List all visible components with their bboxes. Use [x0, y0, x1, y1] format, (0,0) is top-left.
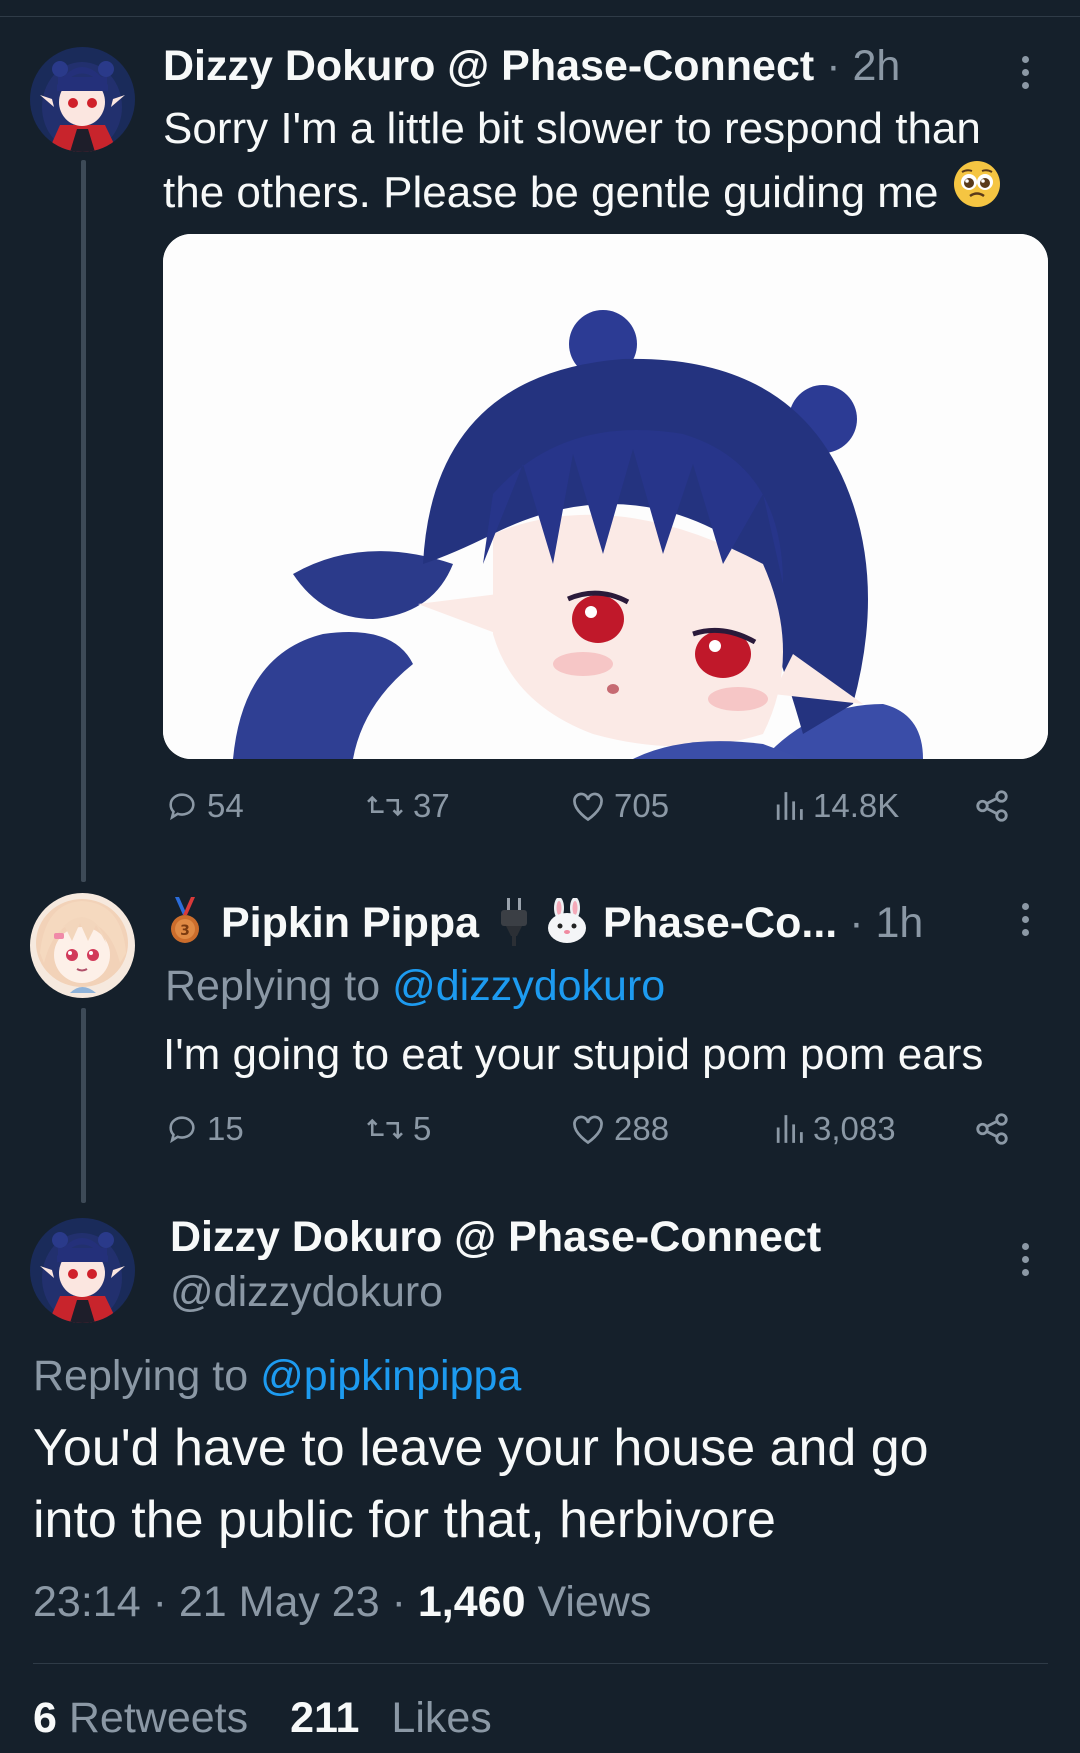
heart-icon — [573, 792, 603, 822]
tweet3-replying-handle[interactable]: @pipkinpippa — [260, 1352, 521, 1400]
tweet2-retweet-count: 5 — [413, 1110, 432, 1147]
tweet2-header: 3 Pipkin Pippa Phase-Co... · 1h — [165, 896, 923, 951]
tweet3-timestamp: 23:14 · 21 May 23 · 1,460 Views — [33, 1578, 652, 1626]
third-place-medal-icon: 3 — [165, 897, 205, 950]
tweet1-reply-button[interactable]: 54 — [165, 787, 244, 825]
tweet2-replying-handle[interactable]: @dizzydokuro — [392, 962, 665, 1010]
svg-text:3: 3 — [180, 923, 190, 939]
top-divider — [0, 16, 1080, 17]
thread-connector-1 — [81, 160, 86, 882]
tweet2-text: I'm going to eat your stupid pom pom ear… — [163, 1030, 984, 1079]
tweet1-retweet-count: 37 — [413, 787, 450, 824]
tweet3-handle[interactable]: @dizzydokuro — [170, 1268, 443, 1317]
pippa-avatar[interactable] — [30, 893, 135, 998]
tweet1-time[interactable]: · 2h — [826, 42, 900, 91]
pleading-face-emoji — [952, 159, 1002, 225]
dizzy-avatar[interactable] — [30, 47, 135, 152]
tweet1-share-button[interactable] — [973, 787, 1011, 825]
views-chart-icon — [776, 792, 803, 820]
tweet3-likes-link[interactable]: 211 Likes — [290, 1694, 492, 1742]
tweet3-date[interactable]: 21 May 23 — [179, 1578, 380, 1626]
tweet3-text: You'd have to leave your house and go in… — [33, 1412, 1043, 1556]
tweet1-reply-count: 54 — [207, 787, 244, 824]
tweet3-likes-count: 211 — [290, 1694, 360, 1742]
dizzy-avatar-focused[interactable] — [30, 1218, 135, 1323]
tweet3-display-name[interactable]: Dizzy Dokuro @ Phase-Connect — [170, 1213, 821, 1262]
electric-plug-icon — [497, 896, 531, 951]
tweet1-header: Dizzy Dokuro @ Phase-Connect · 2h — [163, 42, 900, 91]
tweet3-retweets-count: 6 — [33, 1694, 57, 1742]
tweet3-retweets-link[interactable]: 6 Retweets — [33, 1694, 260, 1742]
tweet2-actions: 15 5 288 3,083 — [165, 1110, 1015, 1160]
tweet1-like-button[interactable]: 705 — [570, 787, 669, 825]
tweet1-text-line1: Sorry I'm a little bit slower to respond… — [163, 104, 981, 153]
tweet3-replying-prefix: Replying to — [33, 1352, 249, 1400]
tweet1-views-count: 14.8K — [813, 787, 900, 824]
tweet2-views-count: 3,083 — [813, 1110, 896, 1147]
tweet2-time[interactable]: · 1h — [849, 899, 923, 948]
rabbit-face-icon — [545, 897, 589, 949]
tweet2-reply-button[interactable]: 15 — [165, 1110, 244, 1148]
tweet1-display-name[interactable]: Dizzy Dokuro @ Phase-Connect — [163, 42, 814, 91]
tweet3-views-count: 1,460 — [417, 1578, 526, 1626]
tweet2-name-suffix[interactable]: Phase-Co... — [603, 899, 837, 948]
tweet1-more-icon[interactable] — [1022, 56, 1032, 89]
tweet3-time[interactable]: 23:14 — [33, 1578, 141, 1626]
stats-divider — [33, 1663, 1048, 1664]
tweet3-likes-label: Likes — [391, 1694, 492, 1742]
thread-connector-2 — [81, 1008, 86, 1203]
tweet2-reply-count: 15 — [207, 1110, 244, 1147]
tweet2-like-count: 288 — [614, 1110, 670, 1147]
heart-icon — [573, 1115, 603, 1145]
tweet3-more-icon[interactable] — [1022, 1243, 1032, 1276]
tweet1-views-button[interactable]: 14.8K — [773, 787, 899, 825]
tweet3-text-line1: You'd have to leave your house and go — [33, 1419, 929, 1477]
tweet1-retweet-button[interactable]: 37 — [365, 787, 450, 825]
tweet1-actions: 54 37 705 14.8K — [165, 787, 1015, 837]
retweet-icon — [367, 795, 403, 817]
tweet2-share-button[interactable] — [973, 1110, 1011, 1148]
tweet2-like-button[interactable]: 288 — [570, 1110, 669, 1148]
tweet2-replying-to: Replying to @dizzydokuro — [165, 962, 665, 1011]
tweet2-replying-prefix: Replying to — [165, 962, 381, 1010]
tweet1-text-line2: the others. Please be gentle guiding me — [163, 167, 939, 217]
tweet2-more-icon[interactable] — [1022, 903, 1032, 936]
tweet3-text-line2: into the public for that, herbivore — [33, 1491, 776, 1549]
reply-icon — [169, 1116, 195, 1144]
tweet1-like-count: 705 — [614, 787, 670, 824]
tweet3-engagement-stats: 6 Retweets 211 Likes — [33, 1694, 492, 1743]
tweet3-replying-to: Replying to @pipkinpippa — [33, 1352, 521, 1401]
tweet2-retweet-button[interactable]: 5 — [365, 1110, 431, 1148]
tweet3-views-label: Views — [537, 1578, 652, 1626]
share-icon — [976, 1113, 1008, 1145]
reply-icon — [169, 793, 195, 821]
tweet3-header: Dizzy Dokuro @ Phase-Connect — [170, 1213, 821, 1262]
views-chart-icon — [776, 1115, 803, 1143]
tweet3-retweets-label: Retweets — [68, 1694, 249, 1742]
tweet2-display-name[interactable]: Pipkin Pippa — [221, 899, 479, 948]
retweet-icon — [367, 1118, 403, 1140]
tweet1-media-image[interactable] — [163, 234, 1048, 759]
tweet2-views-button[interactable]: 3,083 — [773, 1110, 896, 1148]
tweet1-text: Sorry I'm a little bit slower to respond… — [163, 98, 1063, 225]
share-icon — [976, 790, 1008, 822]
